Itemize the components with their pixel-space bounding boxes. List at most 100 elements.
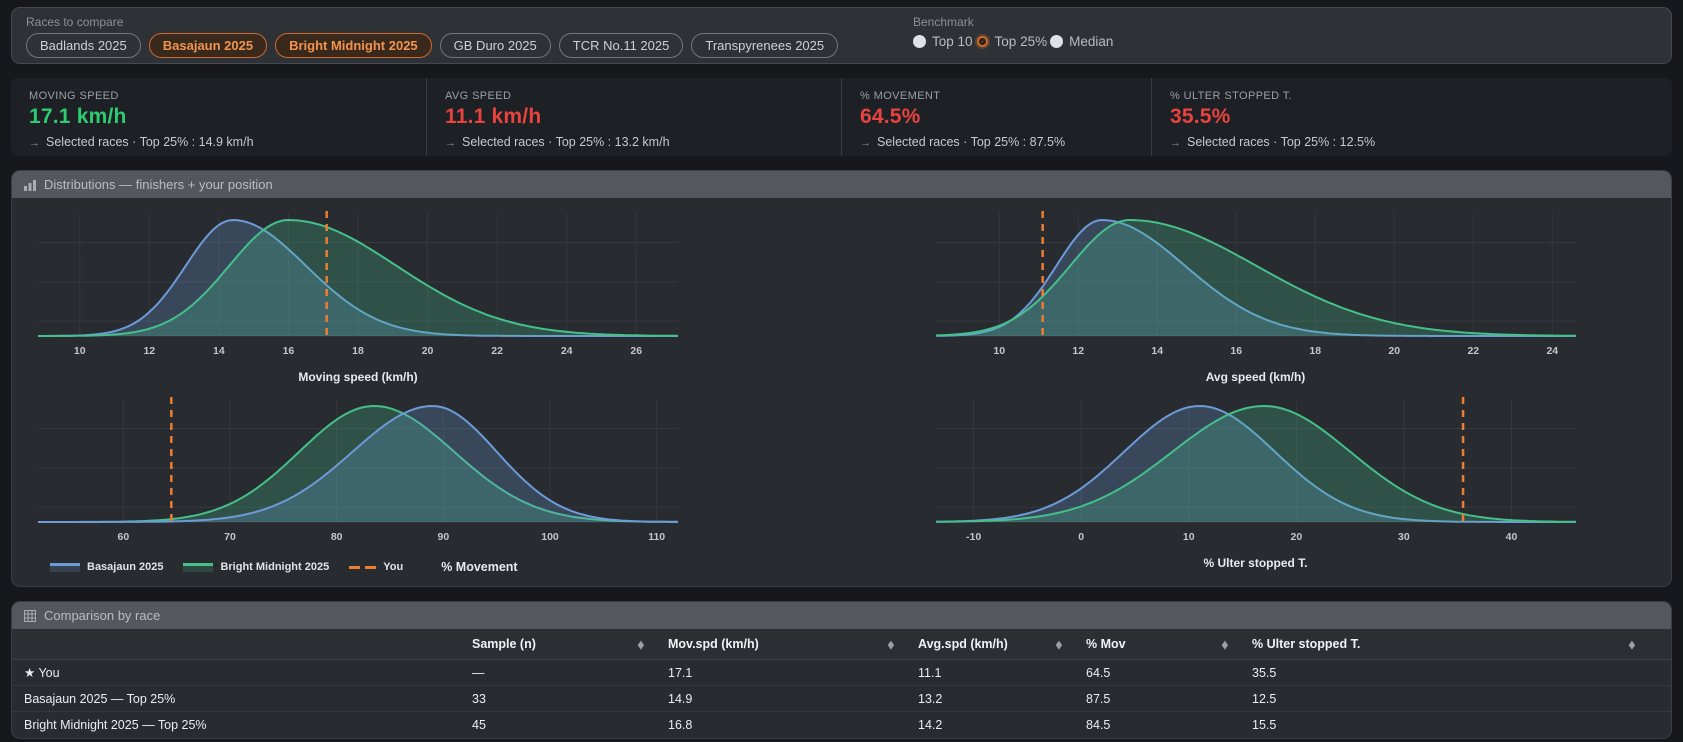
table-icon [24,610,36,622]
chart-caption: Moving speed (km/h) [38,370,678,384]
distribution-chart: 1012141618202224 [936,208,1576,360]
kpi-label: % ULTER STOPPED T. [1170,90,1654,102]
race-cell: Bright Midnight 2025 — Top 25% [24,718,472,732]
chart-cell-pct-movement: 60708090100110 Basajaun 2025Bright Midni… [12,394,842,584]
kpi-label: AVG SPEED [445,90,823,102]
chart-cell-pct-ulter-stopped: -10010203040 % Ulter stopped T. [842,394,1672,584]
value-cell: 14.9 [668,692,918,706]
arrow-right-icon: → [29,137,40,149]
table-column-header[interactable]: % Ulter stopped T.◆ [1252,637,1659,651]
kpi-value: 64.5% [860,105,1133,129]
value-cell: 14.2 [918,718,1086,732]
kpi-note-text: Selected races · Top 25% : 87.5% [877,135,1065,149]
column-header-label: Avg.spd (km/h) [918,637,1008,651]
column-header-label: Sample (n) [472,637,536,651]
value-cell: 87.5 [1086,692,1252,706]
table-row: ★ You—17.111.164.535.5 [12,660,1671,686]
sort-icon: ◆ [1056,638,1062,651]
race-chip[interactable]: Badlands 2025 [26,33,141,58]
svg-text:20: 20 [1290,531,1302,543]
legend-label: You [383,561,403,573]
table-column-header[interactable]: Mov.spd (km/h)◆ [668,637,918,651]
value-cell: 11.1 [918,666,1086,680]
column-header-label: % Ulter stopped T. [1252,637,1360,651]
race-chip[interactable]: Bright Midnight 2025 [275,33,432,58]
svg-text:40: 40 [1505,531,1517,543]
distributions-title: Distributions — finishers + your positio… [44,177,273,192]
column-header-label: % Mov [1086,637,1126,651]
benchmark-label: Benchmark [913,15,1116,29]
distributions-panel: Distributions — finishers + your positio… [11,170,1672,587]
sort-icon: ◆ [638,638,644,651]
kpi-strip: MOVING SPEED17.1 km/h→Selected races · T… [11,78,1672,156]
benchmark-option[interactable]: Top 25% [976,34,1048,49]
arrow-right-icon: → [445,137,456,149]
svg-text:80: 80 [331,531,343,543]
race-chips: Badlands 2025 Basajaun 2025 Bright Midnigh… [26,33,1657,58]
legend-line-swatch [50,563,80,572]
kpi-note: → Selected races · Top 25% : 13.2 km/h [445,135,823,149]
benchmark-option[interactable]: Top 10 [913,34,973,49]
kpi-note: →Selected races · Top 25% : 87.5% [860,135,1133,149]
table-row: Bright Midnight 2025 — Top 25%4516.814.2… [12,712,1671,738]
svg-text:22: 22 [1467,345,1479,357]
distribution-chart: 60708090100110 [38,394,678,546]
benchmark-option[interactable]: Median [1050,34,1113,49]
race-chip[interactable]: Basajaun 2025 [149,33,267,58]
table-column-header[interactable]: Avg.spd (km/h) ◆ [918,637,1086,651]
table-column-header[interactable]: Sample (n) ◆ [472,637,668,651]
svg-text:16: 16 [283,345,295,357]
race-cell: Basajaun 2025 — Top 25% [24,692,472,706]
race-chip[interactable]: TCR No.11 2025 [559,33,684,58]
kpi-label: MOVING SPEED [29,90,408,102]
kpi-card: MOVING SPEED17.1 km/h→Selected races · T… [11,78,426,156]
chart-caption: % Movement [441,560,517,574]
race-chip[interactable]: Transpyrenees 2025 [691,33,838,58]
svg-text:12: 12 [1072,345,1084,357]
legend-dashed-swatch [349,566,376,569]
value-cell: 16.8 [668,718,918,732]
svg-text:0: 0 [1078,531,1084,543]
chart-cell-avg-speed: 1012141618202224 Avg speed (km/h) [842,208,1672,394]
sort-icon: ◆ [888,638,894,651]
benchmark-group: Benchmark Top 10Top 25%Median [913,15,1116,49]
svg-text:14: 14 [213,345,225,357]
benchmark-options: Top 10Top 25%Median [913,34,1116,49]
value-cell: 15.5 [1252,718,1659,732]
comparison-header: Comparison by race [12,602,1671,629]
svg-text:10: 10 [993,345,1005,357]
svg-text:70: 70 [224,531,236,543]
charts-grid: 101214161820222426 Moving speed (km/h) 1… [12,198,1671,586]
kpi-note-text: Selected races · Top 25% : 13.2 km/h [462,135,670,149]
value-cell: 84.5 [1086,718,1252,732]
legend-label: Bright Midnight 2025 [220,561,329,573]
svg-text:60: 60 [117,531,129,543]
races-toolbar: Races to compare Badlands 2025Basajaun 2… [11,7,1672,64]
value-cell: 35.5 [1252,666,1659,680]
radio-icon [1050,35,1063,48]
race-chip[interactable]: GB Duro 2025 [440,33,551,58]
svg-text:20: 20 [422,345,434,357]
table-header-row: Sample (n)◆Mov.spd (km/h)◆Avg.spd (km/h)… [12,629,1671,660]
kpi-value: 35.5% [1170,105,1654,129]
svg-text:22: 22 [491,345,503,357]
legend-row: Basajaun 2025 Bright Midnight 2025 You % Mo… [50,560,690,574]
page: Races to compare Badlands 2025Basajaun 2… [0,0,1683,742]
legend-label: Basajaun 2025 [87,561,163,573]
value-cell: 45 [472,718,668,732]
table-column-header[interactable]: % Mov◆ [1086,637,1252,651]
svg-text:24: 24 [561,345,573,357]
svg-text:18: 18 [352,345,364,357]
race-cell: ★ You [24,665,472,680]
chart-cell-moving-speed: 101214161820222426 Moving speed (km/h) [12,208,842,394]
svg-text:16: 16 [1230,345,1242,357]
legend-item: You [349,561,403,573]
kpi-card: AVG SPEED11.1 km/h→Selected races · Top … [426,78,841,156]
svg-text:10: 10 [1182,531,1194,543]
value-cell: 17.1 [668,666,918,680]
distribution-chart: 101214161820222426 [38,208,678,360]
value-cell: 33 [472,692,668,706]
dash-icon [365,566,376,569]
kpi-card: % ULTER STOPPED T.35.5%→Selected races ·… [1151,78,1672,156]
svg-text:10: 10 [74,345,86,357]
